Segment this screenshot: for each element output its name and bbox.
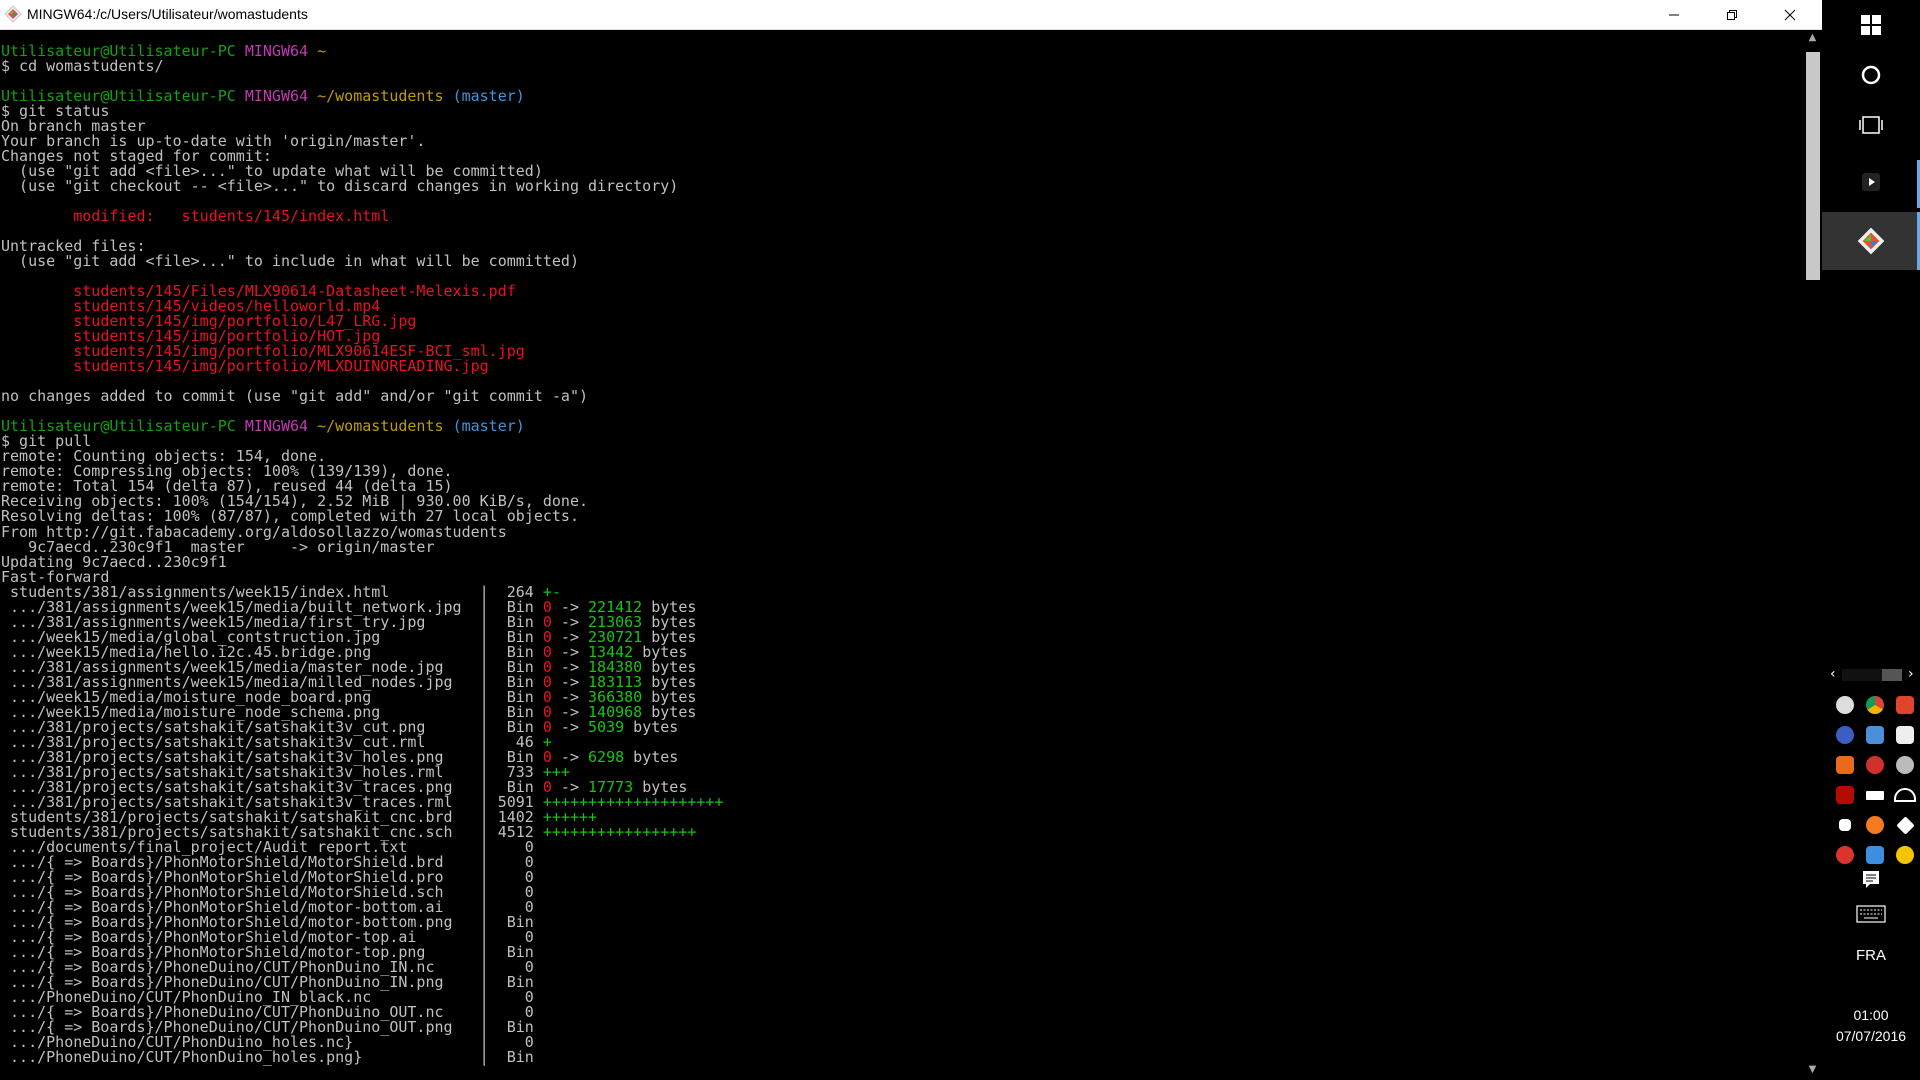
task-view-button[interactable] xyxy=(1822,102,1920,148)
cloud-icon[interactable] xyxy=(1890,750,1920,780)
terminal-text: modified: students/145/index.html xyxy=(1,207,390,226)
minimize-button[interactable] xyxy=(1645,0,1703,29)
minimize-icon xyxy=(1669,14,1679,15)
battery-icon[interactable] xyxy=(1860,780,1890,810)
terminal-line: Utilisateur@Utilisateur-PC MINGW64 ~/wom… xyxy=(1,419,1802,434)
restore-button[interactable] xyxy=(1703,0,1761,29)
chevron-left-icon[interactable]: ‹ xyxy=(1830,666,1836,682)
terminal-text: ~/womastudents xyxy=(317,87,453,106)
terminal-text: -> xyxy=(551,717,589,736)
git-bash-taskbar-button[interactable] xyxy=(1822,212,1920,270)
task-view-icon xyxy=(1859,116,1883,134)
paint-icon[interactable] xyxy=(1830,840,1860,870)
cortana-circle-icon xyxy=(1861,65,1881,85)
terminal-line: $ cd womastudents/ xyxy=(1,59,1802,74)
clock-date: 07/07/2016 xyxy=(1835,1028,1907,1044)
window-title: MINGW64:/c/Users/Utilisateur/womastudent… xyxy=(27,6,308,22)
terminal-window: MINGW64:/c/Users/Utilisateur/womastudent… xyxy=(0,0,1822,1080)
tool-icon[interactable] xyxy=(1860,720,1890,750)
terminal-text: MINGW64 xyxy=(244,87,318,106)
dropbox-icon[interactable] xyxy=(1890,810,1920,840)
terminal-text: ~ xyxy=(317,42,327,60)
app-icon[interactable] xyxy=(1830,750,1860,780)
cortana-button[interactable] xyxy=(1822,52,1920,98)
terminal-text: 6298 xyxy=(588,747,625,766)
tray-scroll-bar[interactable]: ‹ › xyxy=(1822,666,1920,684)
scroll-up-arrow-icon[interactable]: ▲ xyxy=(1803,32,1822,46)
title-bar[interactable]: MINGW64:/c/Users/Utilisateur/womastudent… xyxy=(0,0,1822,30)
language-indicator[interactable]: FRA xyxy=(1822,947,1920,964)
restore-icon xyxy=(1727,9,1737,20)
terminal-line: (use "git add <file>..." to include in w… xyxy=(1,254,1802,269)
terminal-line: Updating 9c7aecd..230c9f1 xyxy=(1,554,1802,570)
settings-icon[interactable] xyxy=(1860,750,1890,780)
notification-icon xyxy=(1863,871,1879,888)
lock-icon[interactable] xyxy=(1890,840,1920,870)
pin-icon[interactable] xyxy=(1830,690,1860,720)
play-icon xyxy=(1862,173,1880,191)
tray-scroll-thumb[interactable] xyxy=(1882,669,1902,681)
terminal-text: (use "git add <file>..." to include in w… xyxy=(1,252,579,271)
wifi-icon[interactable] xyxy=(1890,780,1920,810)
scroll-down-arrow-icon[interactable]: ▼ xyxy=(1803,1064,1822,1078)
git-bash-icon xyxy=(4,5,22,23)
terminal-line: 9c7aecd..230c9f1 master -> origin/master xyxy=(1,539,1802,555)
terminal-text: +++++++++++++++++ xyxy=(542,822,697,841)
terminal-text: (master) xyxy=(452,417,525,436)
volume-muted-icon[interactable] xyxy=(1830,810,1860,840)
terminal-line: students/145/img/portfolio/MLXDUINOREADI… xyxy=(1,359,1802,374)
media-app-button[interactable] xyxy=(1822,159,1920,205)
terminal-text: 5039 xyxy=(588,717,625,736)
terminal-text: .../PhoneDuino/CUT/PhonDuino_holes.png} … xyxy=(1,1048,534,1067)
terminal-text: $ cd womastudents/ xyxy=(1,57,164,76)
terminal-text: bytes xyxy=(624,747,679,766)
image-icon[interactable] xyxy=(1860,840,1890,870)
terminal-text: MINGW64 xyxy=(244,417,318,436)
terminal-line: no changes added to commit (use "git add… xyxy=(1,389,1802,404)
windows-logo-icon xyxy=(1861,15,1881,35)
terminal-line: (use "git checkout -- <file>..." to disc… xyxy=(1,179,1802,194)
app-icon[interactable] xyxy=(1890,690,1920,720)
chevron-right-icon[interactable]: › xyxy=(1908,666,1914,682)
terminal-text: bytes xyxy=(624,717,679,736)
cortana-icon[interactable] xyxy=(1830,720,1860,750)
close-button[interactable] xyxy=(1761,0,1819,29)
terminal-line: modified: students/145/index.html xyxy=(1,209,1802,224)
terminal-text: students/145/img/portfolio/MLXDUINOREADI… xyxy=(1,357,489,376)
terminal-text: no changes added to commit (use "git add… xyxy=(1,387,588,406)
action-center-button[interactable] xyxy=(1822,869,1920,893)
keyboard-icon xyxy=(1856,905,1886,923)
terminal-line: Utilisateur@Utilisateur-PC MINGW64 ~/wom… xyxy=(1,89,1802,104)
clock-time: 01:00 xyxy=(1853,1007,1889,1023)
terminal-output[interactable]: Utilisateur@Utilisateur-PC MINGW64 ~ $ cd… xyxy=(0,30,1802,1080)
terminal-text: (master) xyxy=(452,87,525,106)
system-tray xyxy=(1830,690,1920,870)
chrome-icon[interactable] xyxy=(1860,690,1890,720)
inkscape-icon[interactable] xyxy=(1890,720,1920,750)
terminal-line: Utilisateur@Utilisateur-PC MINGW64 ~ xyxy=(1,44,1802,59)
terminal-text: (use "git checkout -- <file>..." to disc… xyxy=(1,177,679,196)
git-app-icon xyxy=(1857,227,1885,255)
vertical-scrollbar[interactable]: ▲ ▼ xyxy=(1803,30,1822,1080)
scrollbar-thumb[interactable] xyxy=(1806,52,1820,280)
clock[interactable]: 01:00 07/07/2016 xyxy=(1822,1005,1920,1047)
terminal-text: ~/womastudents xyxy=(317,417,453,436)
start-button[interactable] xyxy=(1822,2,1920,48)
terminal-line: $ git status xyxy=(1,104,1802,119)
terminal-line: .../PhoneDuino/CUT/PhonDuino_holes.png} … xyxy=(1,1050,1802,1065)
close-icon xyxy=(1784,9,1796,20)
terminal-text: MINGW64 xyxy=(244,42,318,60)
acrobat-icon[interactable] xyxy=(1830,780,1860,810)
touch-keyboard-button[interactable] xyxy=(1822,905,1920,927)
avast-icon[interactable] xyxy=(1860,810,1890,840)
